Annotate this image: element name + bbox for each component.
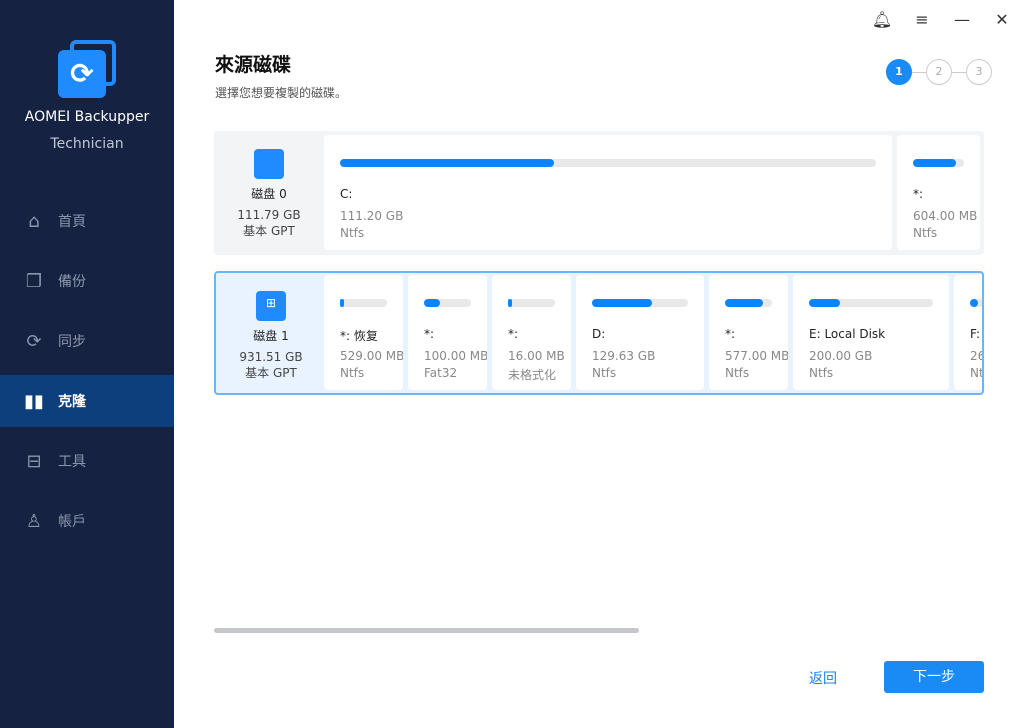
usage-bar (340, 159, 876, 167)
sidebar-item-label: 克隆 (58, 394, 86, 410)
partition-label: *: (913, 187, 924, 201)
sync-arrows-icon: ⟳ (58, 50, 106, 98)
disk-type: 基本 GPT (243, 224, 295, 238)
hard-disk-icon (254, 149, 284, 179)
partition-card[interactable]: *: 100.00 MB Fat32 (408, 275, 487, 390)
partition-fs: Nt (970, 366, 984, 380)
partition-label: *: (508, 327, 519, 341)
usage-bar (424, 299, 471, 307)
partition-label: *: (725, 327, 736, 341)
partition-size: 604.00 MB (913, 209, 978, 223)
app-logo: ⟳ (58, 40, 116, 98)
partition-label: C: (340, 187, 353, 201)
usage-bar (340, 299, 387, 307)
menu-icon[interactable]: ≡ (910, 8, 934, 32)
partition-label: D: (592, 327, 606, 341)
partition-size: 529.00 MB (340, 349, 403, 363)
disk-info: ⊞ 磁盘 1 931.51 GB 基本 GPT (216, 273, 326, 381)
disk-row[interactable]: ⊞ 磁盘 1 931.51 GB 基本 GPT *: 恢复 529.00 MB Ntfs *:… (214, 271, 984, 395)
sidebar-item-5[interactable]: ♙ 帳戶 (0, 495, 174, 547)
partition-fs: Ntfs (340, 366, 365, 380)
sidebar-item-0[interactable]: ⌂ 首頁 (0, 195, 174, 247)
partition-card[interactable]: *: 604.00 MB Ntfs (897, 135, 980, 250)
sidebar-item-label: 帳戶 (58, 514, 86, 530)
disk-type: 基本 GPT (245, 366, 297, 380)
disk-row[interactable]: 磁盘 0 111.79 GB 基本 GPT C: 111.20 GB Ntfs *: 604.… (214, 131, 984, 255)
horizontal-scrollbar[interactable] (214, 628, 639, 633)
partition-fs: 未格式化 (508, 368, 557, 382)
page-subtitle: 選擇您想要複製的磁碟。 (215, 86, 348, 100)
disk-size: 111.79 GB (237, 208, 301, 222)
sidebar-item-1[interactable]: ❐ 備份 (0, 255, 174, 307)
usage-bar (725, 299, 772, 307)
partition-card[interactable]: *: 恢复 529.00 MB Ntfs (324, 275, 403, 390)
disk-size: 931.51 GB (239, 350, 303, 364)
partition-label: E: Local Disk (809, 327, 886, 341)
sidebar-item-label: 同步 (58, 334, 86, 350)
bell-icon[interactable]: 🔔︎ (870, 8, 894, 32)
partition-size: 26 (970, 349, 984, 363)
partition-size: 100.00 MB (424, 349, 487, 363)
partition-card[interactable]: *: 577.00 MB Ntfs (709, 275, 788, 390)
system-disk-icon: ⊞ (256, 291, 286, 321)
step-3: 3 (966, 59, 992, 85)
usage-bar (809, 299, 933, 307)
minimize-icon[interactable]: — (950, 8, 974, 32)
sync-icon: ⟳ (26, 330, 42, 352)
backup-icon: ❐ (25, 270, 43, 292)
partition-size: 200.00 GB (809, 349, 873, 363)
partition-fs: Ntfs (809, 366, 834, 380)
partition-fs: Ntfs (725, 366, 750, 380)
clone-icon: ▮▮ (24, 390, 44, 412)
usage-bar (970, 299, 982, 307)
partition-card[interactable]: *: 16.00 MB 未格式化 (492, 275, 571, 390)
partition-card[interactable]: C: 111.20 GB Ntfs (324, 135, 892, 250)
sidebar-item-4[interactable]: ⊟ 工具 (0, 435, 174, 487)
partition-label: *: (424, 327, 435, 341)
home-icon: ⌂ (28, 210, 40, 232)
usage-bar (592, 299, 688, 307)
partition-size: 111.20 GB (340, 209, 404, 223)
disk-name: 磁盘 0 (251, 187, 287, 201)
page-title: 來源磁碟 (215, 54, 292, 76)
sidebar-item-label: 工具 (58, 454, 86, 470)
sidebar: ⟳ AOMEI Backupper Technician ⌂ 首頁 ❐ 備份 ⟳ 同步 ▮▮… (0, 0, 174, 728)
sidebar-item-label: 首頁 (58, 214, 86, 230)
partition-fs: Ntfs (913, 226, 938, 240)
partition-size: 129.63 GB (592, 349, 656, 363)
back-button[interactable]: 返回 (809, 668, 837, 688)
app-name: AOMEI Backupper (24, 109, 150, 125)
step-connector (952, 72, 966, 73)
step-2: 2 (926, 59, 952, 85)
partition-size: 16.00 MB (508, 349, 565, 363)
close-icon[interactable]: ✕ (990, 8, 1014, 32)
toolbox-icon: ⊟ (26, 450, 42, 472)
partition-fs: Fat32 (424, 366, 458, 380)
partition-card[interactable]: E: Local Disk 200.00 GB Ntfs (793, 275, 949, 390)
partition-fs: Ntfs (340, 226, 365, 240)
user-icon: ♙ (25, 510, 43, 532)
sidebar-item-3[interactable]: ▮▮ 克隆 (0, 375, 174, 427)
usage-bar (508, 299, 555, 307)
partition-label: *: 恢复 (340, 329, 378, 343)
partition-label: F: L (970, 327, 982, 341)
next-button[interactable]: 下一步 (884, 661, 984, 693)
sidebar-item-label: 備份 (58, 274, 86, 290)
partition-card[interactable]: F: L 26 Nt (954, 275, 984, 390)
partition-size: 577.00 MB (725, 349, 788, 363)
disk-name: 磁盘 1 (253, 329, 289, 343)
partition-card[interactable]: D: 129.63 GB Ntfs (576, 275, 704, 390)
step-connector (912, 72, 926, 73)
disk-info: 磁盘 0 111.79 GB 基本 GPT (214, 131, 324, 239)
usage-bar (913, 159, 964, 167)
app-edition: Technician (50, 136, 124, 152)
partition-fs: Ntfs (592, 366, 617, 380)
step-1: 1 (886, 59, 912, 85)
sidebar-item-2[interactable]: ⟳ 同步 (0, 315, 174, 367)
